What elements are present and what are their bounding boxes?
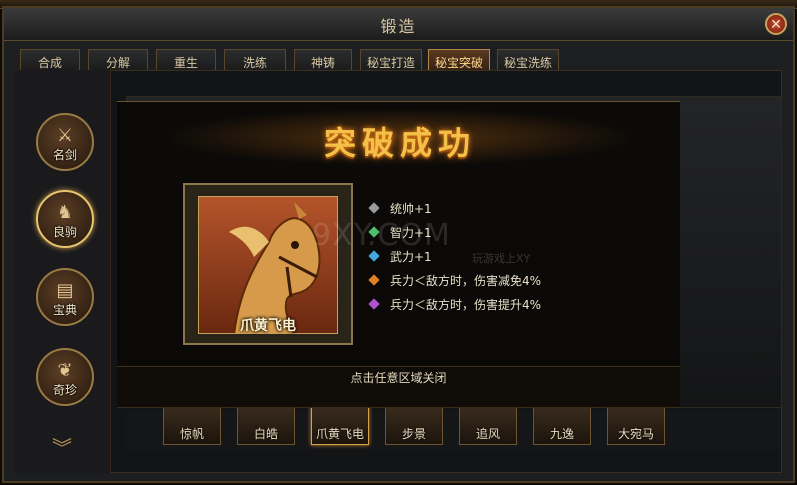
sidebar-item-label: 良驹: [52, 225, 77, 239]
sidebar-item-mingjian[interactable]: ⚔ 名剑: [36, 113, 94, 171]
sidebar-item-liangju[interactable]: ♞ 良驹: [36, 190, 94, 248]
horse-label: 惊帆: [179, 427, 204, 441]
horse-label: 爪黄飞电: [315, 427, 364, 441]
horse-item-jingfan[interactable]: 惊帆: [163, 405, 221, 445]
horse-label: 九逸: [549, 427, 574, 441]
close-button[interactable]: ✕: [765, 13, 787, 35]
horse-item-bujing[interactable]: 步景: [385, 405, 443, 445]
horse-label: 追风: [475, 427, 500, 441]
sword-icon: ⚔: [56, 125, 74, 146]
horse-icon: ♞: [56, 202, 74, 223]
horse-item-zhuahuangfeidian[interactable]: 爪黄飞电: [311, 405, 369, 445]
watermark-sub: 玩游戏上XY: [472, 252, 531, 265]
sidebar-item-label: 奇珍: [52, 383, 77, 397]
sidebar-item-baodian[interactable]: ▤ 宝典: [36, 268, 94, 326]
book-icon: ▤: [56, 280, 74, 301]
stat-text: 兵力＜敌方时，伤害提升4%: [390, 298, 542, 312]
treasure-icon: ❦: [57, 360, 73, 381]
close-icon: ✕: [770, 17, 782, 33]
sidebar-item-qizhen[interactable]: ❦ 奇珍: [36, 348, 94, 406]
horse-item-baihao[interactable]: 白皓: [237, 405, 295, 445]
horse-list: [126, 410, 780, 450]
horse-item-jiuyi[interactable]: 九逸: [533, 405, 591, 445]
close-hint[interactable]: 点击任意区域关闭: [117, 366, 680, 407]
horse-item-dayuanma[interactable]: 大宛马: [607, 405, 665, 445]
watermark: 9XY.COM: [312, 218, 451, 253]
stat-text: 兵力＜敌方时，伤害减免4%: [390, 274, 542, 288]
window-title: 锻造: [380, 17, 417, 36]
sidebar-item-label: 名剑: [52, 148, 77, 162]
success-banner: 突破成功: [165, 108, 635, 166]
chevron-down-icon[interactable]: ︾: [52, 432, 72, 461]
horse-label: 白皓: [253, 427, 278, 441]
horse-label: 大宛马: [617, 427, 654, 441]
horse-label: 步景: [401, 427, 426, 441]
banner-title: 突破成功: [323, 124, 476, 162]
sidebar-item-label: 宝典: [52, 303, 77, 317]
horse-portrait: [198, 196, 338, 334]
title-bar: 锻造 ✕: [4, 8, 793, 41]
horse-item-zhuifeng[interactable]: 追风: [459, 405, 517, 445]
horse-name: 爪黄飞电: [240, 318, 296, 334]
stat-text: 统帅+1: [390, 202, 432, 216]
